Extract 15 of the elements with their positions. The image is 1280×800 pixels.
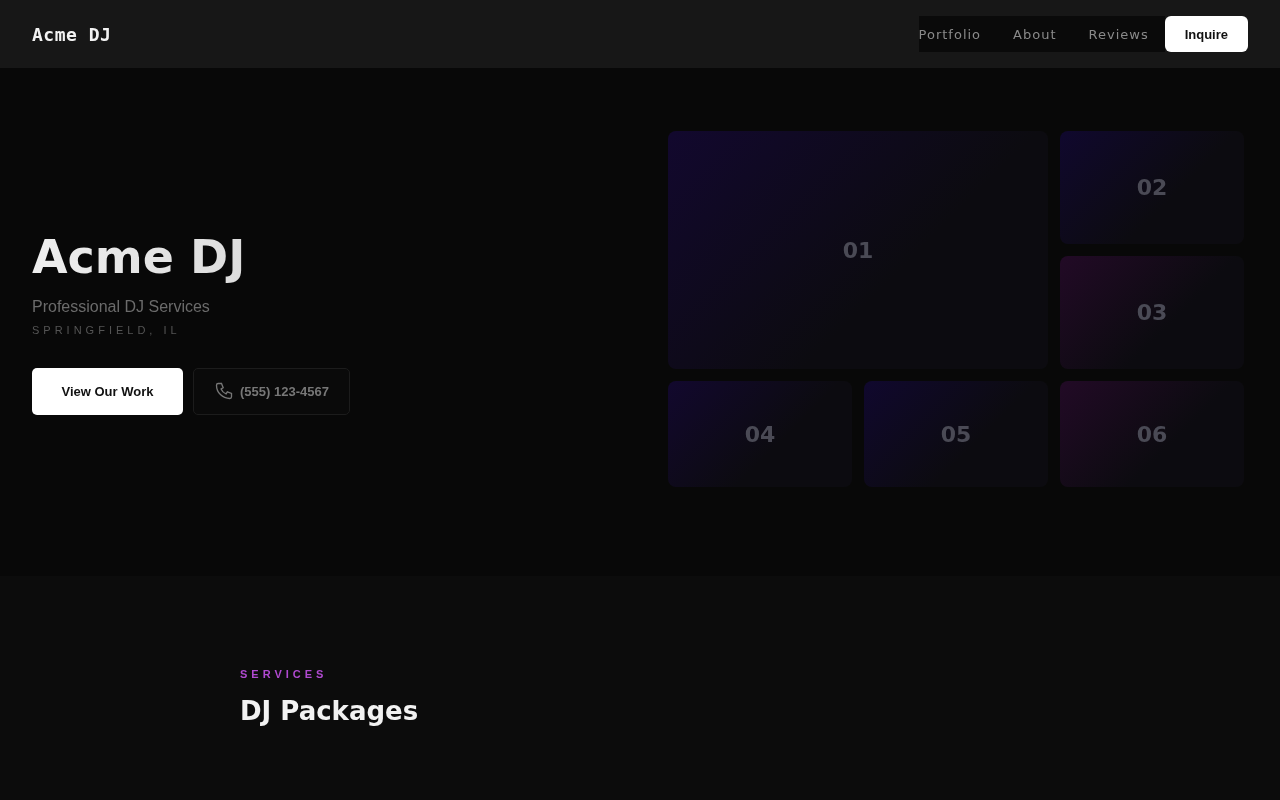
view-work-button[interactable]: View Our Work: [32, 367, 183, 415]
phone-icon: [214, 381, 234, 401]
section-eyebrow: SERVICES: [240, 668, 329, 680]
location-text: SPRINGFIELD, IL: [32, 323, 182, 336]
portfolio-tile[interactable]: 05: [864, 381, 1048, 487]
nav-link[interactable]: Reviews: [1072, 26, 1165, 42]
hero-subtitle: Professional DJ Services: [32, 297, 211, 316]
nav-link[interactable]: About: [997, 26, 1073, 42]
inquire-button[interactable]: Inquire: [1164, 16, 1248, 52]
portfolio-tile[interactable]: 01: [668, 131, 1048, 369]
phone-button[interactable]: (555) 123-4567: [193, 367, 350, 415]
portfolio-tile[interactable]: 02: [1060, 131, 1244, 244]
nav-link[interactable]: Portfolio: [918, 26, 998, 42]
logo[interactable]: Acme DJ: [32, 23, 112, 45]
section-heading: DJ Packages: [240, 696, 420, 726]
